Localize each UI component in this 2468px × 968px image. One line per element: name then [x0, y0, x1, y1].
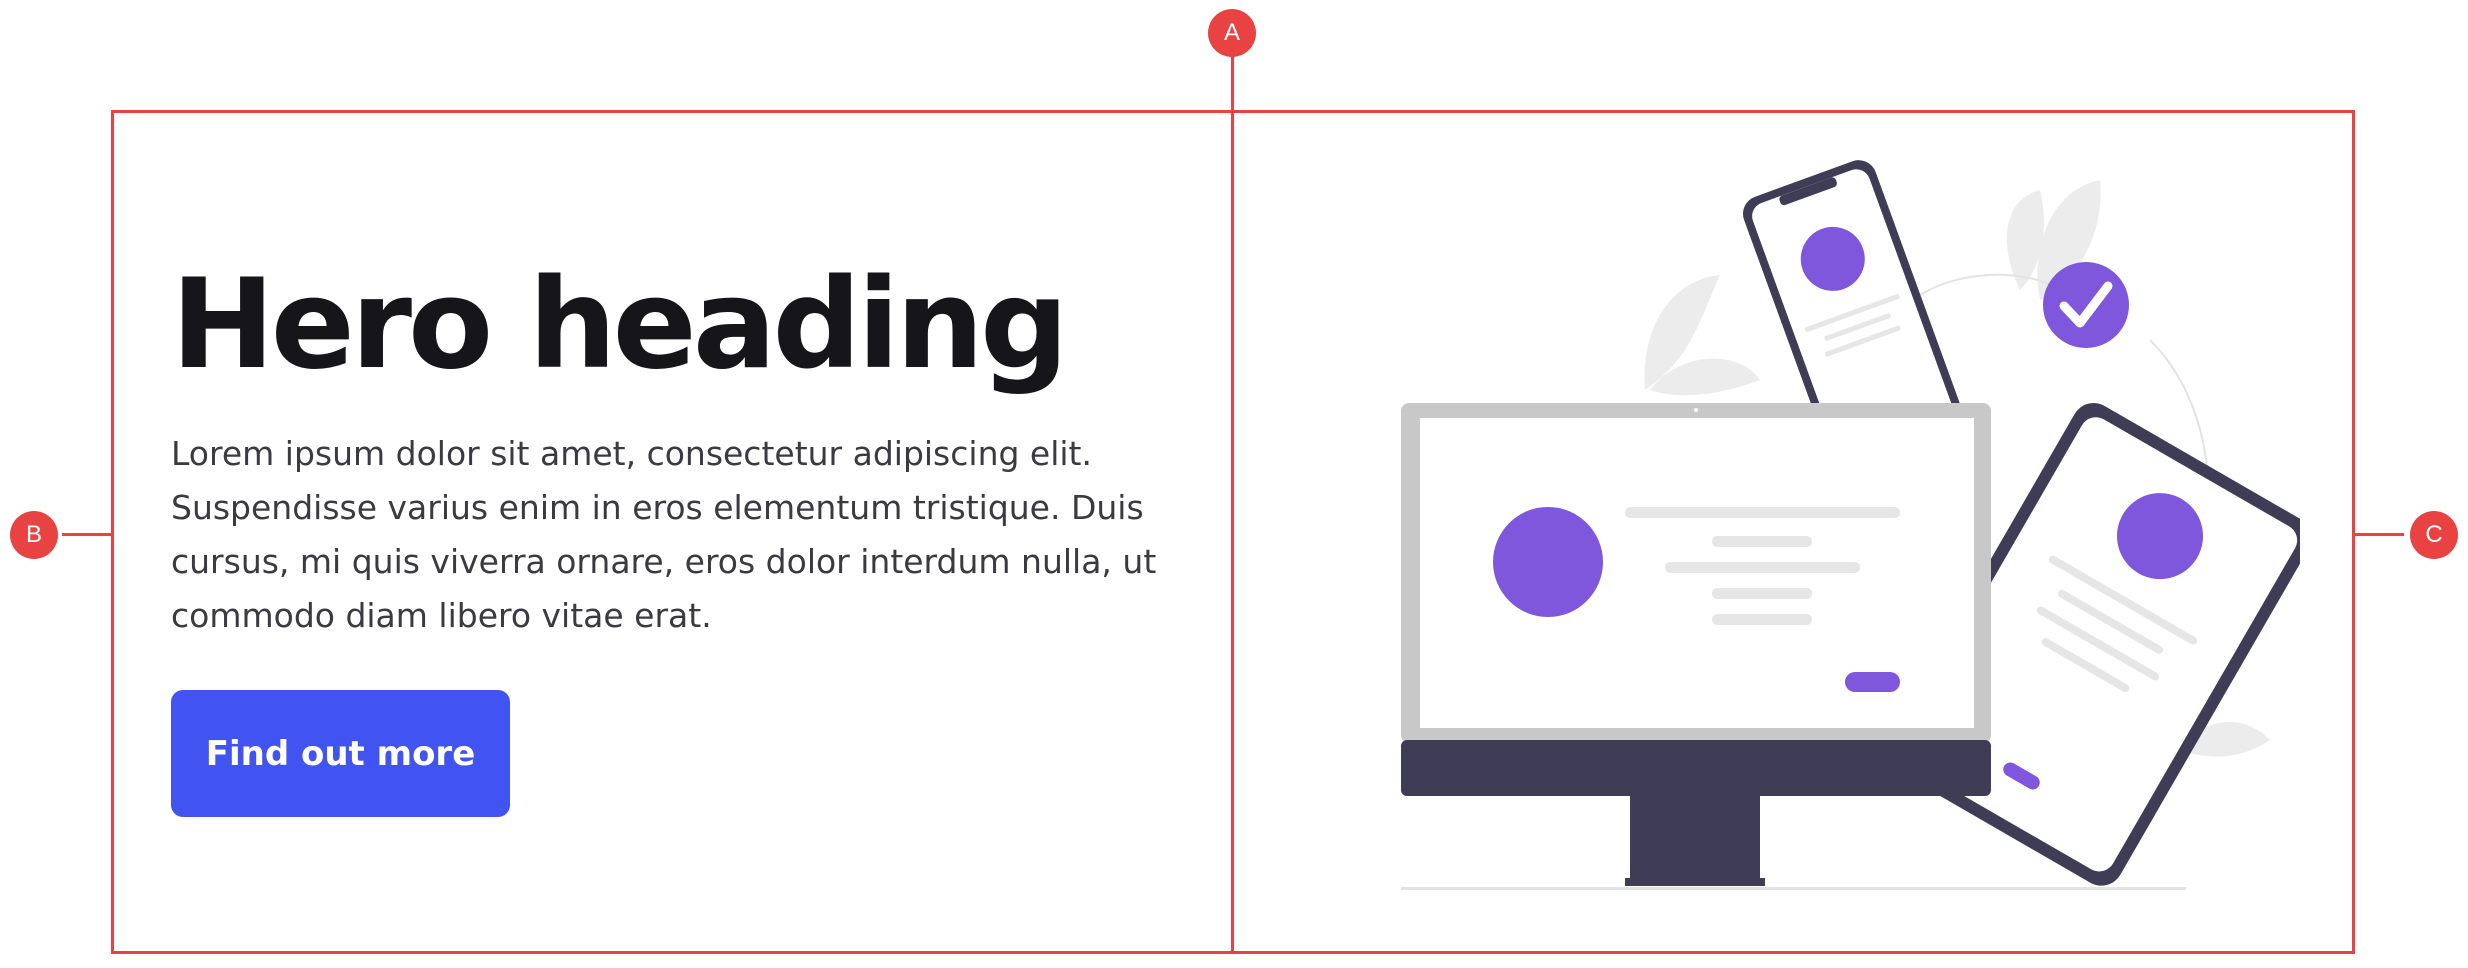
- annotation-line-c: [2354, 533, 2404, 536]
- devices-illustration: [1401, 160, 2300, 890]
- annotation-marker-c: C: [2410, 511, 2458, 559]
- checkmark-badge-icon: [2043, 262, 2129, 348]
- find-out-more-button[interactable]: Find out more: [171, 690, 510, 817]
- connector-arc: [1919, 273, 2051, 296]
- hero-content: Hero heading Lorem ipsum dolor sit amet,…: [171, 255, 1191, 643]
- hero-description: Lorem ipsum dolor sit amet, consectetur …: [171, 434, 1157, 635]
- desktop-monitor-icon: [1401, 403, 1991, 886]
- annotation-marker-a: A: [1208, 9, 1256, 57]
- hero-heading: Hero heading: [171, 253, 1069, 397]
- annotation-line-b: [62, 533, 112, 536]
- annotation-marker-b: B: [10, 511, 58, 559]
- column-divider: [1231, 33, 1234, 954]
- ground-line: [1401, 887, 2186, 890]
